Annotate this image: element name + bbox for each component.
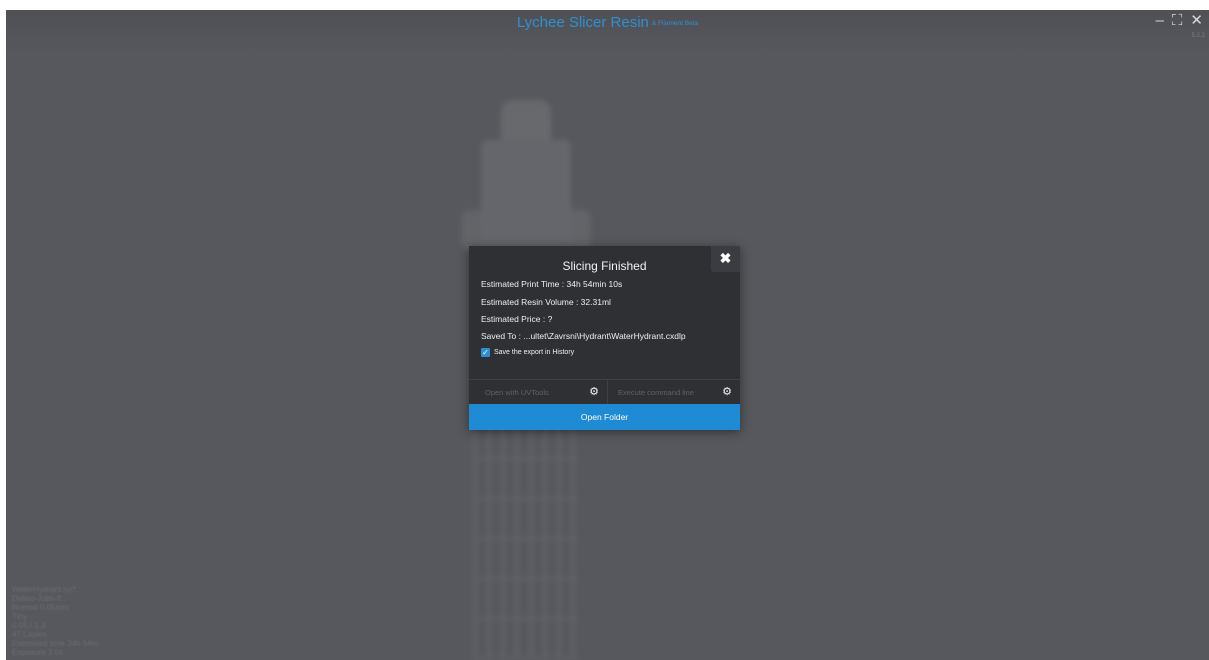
- resin-volume-text: Estimated Resin Volume : 32.31ml: [481, 297, 611, 307]
- close-window-icon[interactable]: ✕: [1190, 12, 1203, 30]
- save-history-checkbox[interactable]: ✓: [481, 348, 490, 357]
- open-folder-button[interactable]: Open Folder: [469, 404, 740, 430]
- app-title-suffix: & Filament Beta: [651, 19, 699, 27]
- app-title-main: Lychee Slicer Resin: [516, 14, 649, 31]
- model-cap: [501, 100, 551, 140]
- open-with-uvtools-label: Open with UVTools: [485, 387, 549, 397]
- saved-to-text: Saved To : ...ultet\Zavrsni\Hydrant\Wate…: [481, 331, 686, 341]
- dialog-title: Slicing Finished: [562, 259, 647, 273]
- minimize-icon[interactable]: –: [1156, 12, 1164, 30]
- info-line: Tiny: [12, 612, 27, 621]
- uvtools-settings-gear-icon[interactable]: ⚙: [589, 386, 599, 398]
- version-label: 5.2.2: [1191, 33, 1205, 39]
- print-time-text: Estimated Print Time : 34h 54min 10s: [481, 279, 623, 289]
- info-line: WaterHydrant.lyc*: [12, 585, 77, 594]
- info-line: Normal 0.05mm: [12, 603, 69, 612]
- window-controls: – ⛶ ✕: [1156, 12, 1203, 30]
- info-panel: WaterHydrant.lyc* Dalieo-Jobs-ff... Norm…: [12, 585, 98, 657]
- save-history-checkbox-row[interactable]: ✓ Save the export in History: [481, 348, 574, 357]
- info-line: Exposure 3.0s: [12, 648, 64, 657]
- info-line: 0.05 / 1.3: [12, 621, 46, 630]
- save-history-label: Save the export in History: [494, 349, 575, 356]
- info-line: 47 Layers: [12, 630, 48, 639]
- slicing-finished-dialog: ✖ Slicing Finished Estimated Print Time …: [469, 246, 740, 430]
- title-bar: Lychee Slicer Resin & Filament Beta – ⛶ ✕…: [6, 10, 1209, 54]
- maximize-icon[interactable]: ⛶: [1172, 12, 1183, 30]
- app-title: Lychee Slicer Resin & Filament Beta: [6, 14, 1209, 31]
- info-line: Estimated time 34h 54m: [12, 639, 99, 648]
- price-text: Estimated Price : ?: [481, 314, 553, 324]
- command-settings-gear-icon[interactable]: ⚙: [722, 386, 732, 398]
- execute-command-line-button[interactable]: Execute command line ⚙: [608, 380, 740, 404]
- dialog-actions: Open with UVTools ⚙ Execute command line…: [469, 379, 740, 404]
- info-line: Dalieo-Jobs-ff...: [12, 594, 68, 603]
- execute-command-line-label: Execute command line: [618, 387, 694, 397]
- open-with-uvtools-button[interactable]: Open with UVTools ⚙: [469, 380, 608, 404]
